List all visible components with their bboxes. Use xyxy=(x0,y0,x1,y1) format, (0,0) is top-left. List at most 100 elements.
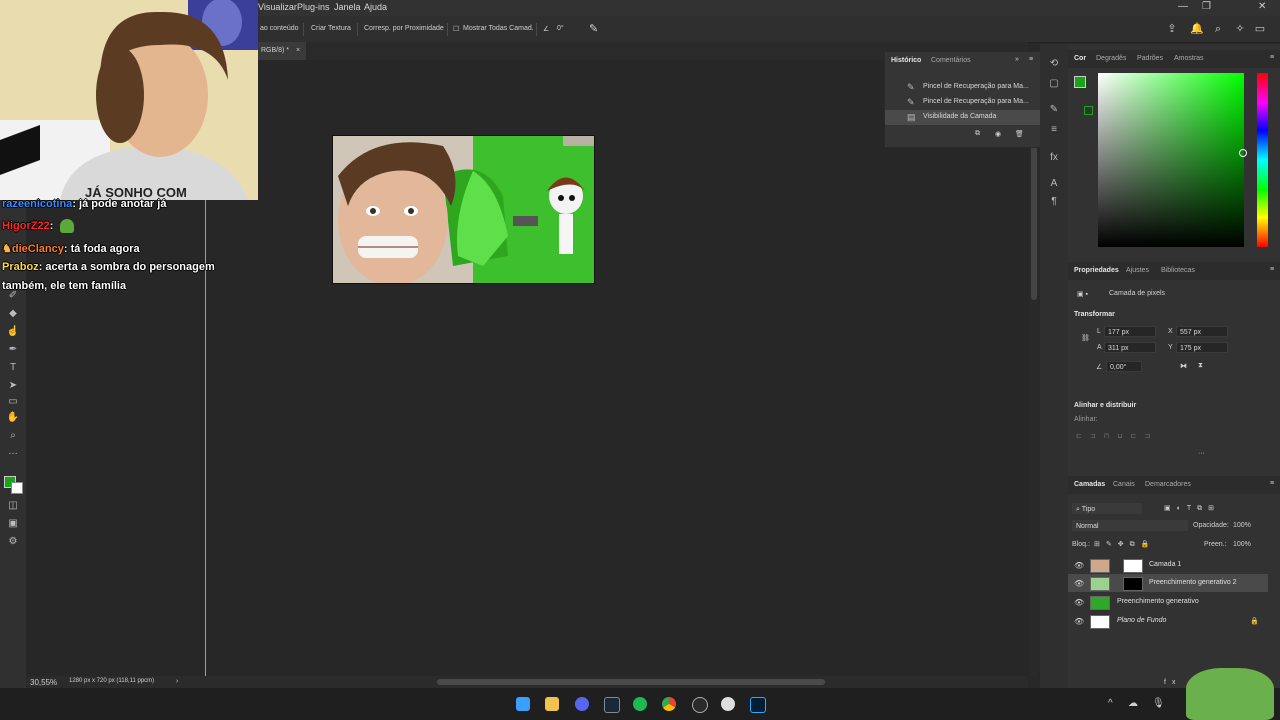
tab-patterns[interactable]: Padrões xyxy=(1137,55,1163,62)
horizontal-scrollbar[interactable] xyxy=(437,679,825,685)
tab-history[interactable]: Histórico xyxy=(891,57,921,64)
snapshot-icon[interactable]: ◉ xyxy=(995,130,1001,138)
color-picker-field[interactable] xyxy=(1098,73,1244,247)
photoshop-icon[interactable] xyxy=(750,697,766,713)
adjust-panel-icon[interactable]: ≡ xyxy=(1048,124,1060,136)
visibility-eye-icon[interactable]: 👁 xyxy=(1074,598,1084,607)
vertical-scrollbar[interactable] xyxy=(1031,140,1037,300)
more-options-icon[interactable]: ··· xyxy=(1198,450,1205,457)
screen-mode-icon[interactable]: ▣ xyxy=(6,518,20,530)
panel-layout-icon[interactable]: ▭ xyxy=(1253,23,1267,35)
zoom-tool-icon[interactable]: ⌕ xyxy=(6,430,20,442)
spotify-icon[interactable] xyxy=(633,697,647,711)
quick-mask-icon[interactable]: ◫ xyxy=(6,500,20,512)
path-select-tool-icon[interactable]: ➤ xyxy=(6,380,20,392)
close-icon[interactable]: ✕ xyxy=(1258,1,1266,12)
rectangle-tool-icon[interactable]: ▭ xyxy=(6,396,20,408)
panel-menu-icon[interactable]: ≡ xyxy=(1029,56,1033,63)
smudge-tool-icon[interactable]: ☝ xyxy=(6,326,20,338)
angle-value[interactable]: 0° xyxy=(557,25,564,32)
color-picker-marker[interactable] xyxy=(1239,149,1247,157)
comments-panel-icon[interactable]: ▢ xyxy=(1048,78,1060,90)
tab-comments[interactable]: Comentários xyxy=(931,57,971,64)
history-item[interactable]: ✎ Pincel de Recuperação para Ma... xyxy=(885,95,1041,110)
x-field[interactable]: 557 px xyxy=(1176,326,1228,337)
status-menu-icon[interactable]: › xyxy=(176,678,178,685)
tab-color[interactable]: Cor xyxy=(1074,55,1086,62)
panel-menu-icon[interactable]: ≡ xyxy=(1270,480,1274,487)
height-field[interactable]: 311 px xyxy=(1104,342,1156,353)
flip-horizontal-icon[interactable]: ⧓ xyxy=(1180,362,1187,370)
lock-icons[interactable]: ⊞✎✥⧉🔒 xyxy=(1094,540,1155,549)
workspace-icon[interactable]: ✧ xyxy=(1233,23,1247,35)
edit-toolbar-icon[interactable]: ⚙ xyxy=(6,536,20,548)
align-buttons[interactable]: ⊏⊐⊓⊔⊏⊐ xyxy=(1076,432,1158,440)
flip-vertical-icon[interactable]: ⧗ xyxy=(1198,362,1203,370)
option-content-aware[interactable]: ao conteúdo xyxy=(260,25,299,32)
discord-icon[interactable] xyxy=(575,697,589,711)
search-icon[interactable]: ⌕ xyxy=(1211,23,1225,35)
option-create-texture[interactable]: Criar Textura xyxy=(311,25,351,32)
layer-filter-dropdown[interactable]: ⌕ Tipo xyxy=(1072,503,1142,514)
file-explorer-icon[interactable] xyxy=(545,697,559,711)
delete-state-icon[interactable]: 🗑 xyxy=(1015,130,1024,138)
link-icon[interactable]: ⛓ xyxy=(1081,334,1090,342)
brush-panel-icon[interactable]: ✎ xyxy=(1048,104,1060,116)
ccleaner-icon[interactable] xyxy=(721,697,735,711)
tab-gradients[interactable]: Degradês xyxy=(1096,55,1126,62)
pen-tool-icon[interactable]: ✒ xyxy=(6,344,20,356)
menu-janela[interactable]: Janela xyxy=(334,2,361,12)
zoom-level[interactable]: 30,55% xyxy=(30,678,57,687)
tab-properties[interactable]: Propriedades xyxy=(1074,267,1119,274)
history-item[interactable]: ✎ Pincel de Recuperação para Ma... xyxy=(885,80,1041,95)
opacity-value[interactable]: 100% xyxy=(1233,522,1251,529)
brush-pressure-icon[interactable]: ✎ xyxy=(589,22,598,35)
chrome-icon[interactable] xyxy=(662,697,676,711)
hand-tool-icon[interactable]: ✋ xyxy=(6,412,20,424)
restore-icon[interactable]: ❐ xyxy=(1202,1,1211,12)
fx-panel-icon[interactable]: fx xyxy=(1048,152,1060,164)
collapse-icon[interactable]: » xyxy=(1015,56,1019,63)
checkbox-sample-all-layers[interactable]: ☐ xyxy=(453,25,459,33)
angle-field[interactable]: 0,00° xyxy=(1106,361,1142,372)
tab-swatches[interactable]: Amostras xyxy=(1174,55,1204,62)
tab-close-icon[interactable]: × xyxy=(296,47,300,54)
network-icon[interactable]: ☁ xyxy=(1128,698,1138,709)
paragraph-panel-icon[interactable]: ¶ xyxy=(1048,196,1060,208)
minimize-icon[interactable]: — xyxy=(1178,1,1188,12)
y-field[interactable]: 175 px xyxy=(1176,342,1228,353)
visibility-eye-icon[interactable]: 👁 xyxy=(1074,561,1084,570)
menu-plugins[interactable]: Plug-ins xyxy=(297,2,330,12)
layer-row[interactable]: 👁 Preenchimento generativo xyxy=(1068,593,1268,611)
menu-visualizar[interactable]: Visualizar xyxy=(258,2,297,12)
tab-layers[interactable]: Camadas xyxy=(1074,481,1105,488)
new-document-from-state-icon[interactable]: ⧉ xyxy=(975,130,980,138)
obs-icon[interactable] xyxy=(692,697,708,713)
panel-menu-icon[interactable]: ≡ xyxy=(1270,54,1274,61)
layer-row[interactable]: 👁 Plano de Fundo 🔒 xyxy=(1068,612,1268,630)
layer-mask-thumbnail[interactable] xyxy=(1123,577,1143,591)
menu-ajuda[interactable]: Ajuda xyxy=(364,2,387,12)
blend-mode-dropdown[interactable]: Normal xyxy=(1072,520,1188,531)
align-title[interactable]: Alinhar e distribuir xyxy=(1074,402,1136,409)
more-tools-icon[interactable]: … xyxy=(6,446,20,458)
layer-filter-icons[interactable]: ▣◐T⧉⊞ xyxy=(1164,504,1220,513)
document-canvas[interactable] xyxy=(332,135,595,284)
background-color-swatch[interactable] xyxy=(11,482,23,494)
character-panel-icon[interactable]: A xyxy=(1048,178,1060,190)
tab-adjustments[interactable]: Ajustes xyxy=(1126,267,1149,274)
steam-icon[interactable] xyxy=(604,697,620,713)
transform-title[interactable]: Transformar xyxy=(1074,311,1115,318)
history-panel-icon[interactable]: ⟲ xyxy=(1048,58,1060,70)
tab-channels[interactable]: Canais xyxy=(1113,481,1135,488)
layer-row-selected[interactable]: 👁 Preenchimento generativo 2 xyxy=(1068,574,1268,592)
windows-start-icon[interactable] xyxy=(516,697,530,711)
foreground-color-swatch[interactable] xyxy=(1074,76,1086,88)
tab-paths[interactable]: Demarcadores xyxy=(1145,481,1191,488)
hue-slider[interactable] xyxy=(1257,73,1268,247)
panel-menu-icon[interactable]: ≡ xyxy=(1270,266,1274,273)
visibility-eye-icon[interactable]: 👁 xyxy=(1074,617,1084,626)
document-tab[interactable]: RGB/8) * × xyxy=(258,42,306,60)
option-sample-all-layers[interactable]: Mostrar Todas Camad. xyxy=(463,25,534,32)
tab-libraries[interactable]: Bibliotecas xyxy=(1161,267,1195,274)
